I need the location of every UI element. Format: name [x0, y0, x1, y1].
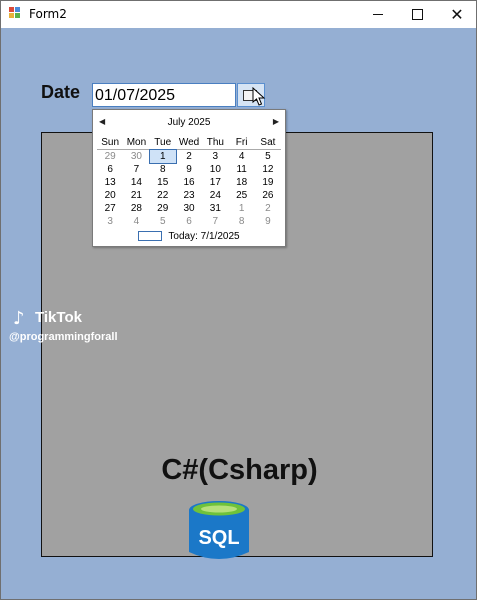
calendar-day[interactable]: 17 — [202, 176, 228, 189]
calendar-day[interactable]: 16 — [176, 176, 202, 189]
sql-database-icon: SQL — [189, 501, 249, 559]
calendar-day[interactable]: 19 — [255, 176, 281, 189]
sql-label: SQL — [198, 527, 239, 549]
maximize-icon — [411, 9, 423, 20]
calendar-day[interactable]: 10 — [202, 163, 228, 176]
calendar-day[interactable]: 5 — [255, 150, 281, 163]
next-month-icon[interactable]: ▶ — [273, 117, 279, 126]
tiktok-brand: TikTok — [35, 309, 82, 326]
calendar-day[interactable]: 6 — [176, 215, 202, 228]
tiktok-note-icon: ♪ — [13, 308, 25, 329]
calendar-day[interactable]: 7 — [123, 163, 149, 176]
calendar-day[interactable]: 13 — [97, 176, 123, 189]
calendar-month-label[interactable]: July 2025 — [93, 117, 285, 128]
calendar-day[interactable]: 22 — [150, 189, 176, 202]
weekday-header: Sat — [254, 136, 282, 150]
maximize-button[interactable] — [395, 1, 439, 28]
close-icon: ✕ — [450, 4, 464, 24]
calendar-day[interactable]: 14 — [123, 176, 149, 189]
calendar-day[interactable]: 18 — [228, 176, 254, 189]
month-calendar-dropdown[interactable]: ◀ July 2025 ▶ Sun Mon Tue Wed Thu Fri Sat 29 30 1… — [92, 109, 286, 247]
weekday-header: Tue — [149, 136, 176, 150]
weekday-header: Wed — [175, 136, 203, 150]
calendar-day[interactable]: 2 — [176, 150, 202, 163]
calendar-day[interactable]: 25 — [228, 189, 254, 202]
calendar-day[interactable]: 6 — [97, 163, 123, 176]
mouse-cursor-icon — [252, 87, 266, 106]
calendar-day[interactable]: 26 — [255, 189, 281, 202]
calendar-day[interactable]: 4 — [123, 215, 149, 228]
calendar-day[interactable]: 7 — [202, 215, 228, 228]
calendar-day[interactable]: 15 — [150, 176, 176, 189]
weekday-header: Fri — [228, 136, 255, 150]
calendar-day[interactable]: 5 — [150, 215, 176, 228]
calendar-day[interactable]: 9 — [255, 215, 281, 228]
minimize-icon — [373, 14, 383, 15]
calendar-day[interactable]: 12 — [255, 163, 281, 176]
window-title: Form2 — [29, 7, 67, 21]
calendar-day[interactable]: 21 — [123, 189, 149, 202]
calendar-day[interactable]: 3 — [202, 150, 228, 163]
calendar-day[interactable]: 20 — [97, 189, 123, 202]
calendar-day[interactable]: 28 — [123, 202, 149, 215]
calendar-day[interactable]: 30 — [123, 150, 149, 163]
weekday-header: Sun — [97, 136, 124, 150]
today-label: Today: 7/1/2025 — [168, 231, 240, 242]
calendar-day[interactable]: 8 — [228, 215, 254, 228]
calendar-day[interactable]: 1 — [148, 149, 177, 164]
calendar-day[interactable]: 23 — [176, 189, 202, 202]
weekday-header: Thu — [202, 136, 229, 150]
calendar-day[interactable]: 29 — [150, 202, 176, 215]
form-app-icon — [9, 7, 21, 19]
calendar-day[interactable]: 9 — [176, 163, 202, 176]
calendar-day[interactable]: 2 — [255, 202, 281, 215]
calendar-grid: Sun Mon Tue Wed Thu Fri Sat 29 30 1 2 3 4 5 6 7 8 9 10 11 12… — [97, 136, 282, 228]
minimize-button[interactable] — [356, 1, 400, 28]
tiktok-handle: @programmingforall — [9, 331, 118, 343]
calendar-day[interactable]: 8 — [150, 163, 176, 176]
calendar-day[interactable]: 29 — [97, 150, 123, 163]
close-button[interactable]: ✕ — [435, 1, 476, 28]
calendar-day[interactable]: 31 — [202, 202, 228, 215]
calendar-day[interactable]: 27 — [97, 202, 123, 215]
date-label: Date — [41, 82, 81, 102]
calendar-day[interactable]: 4 — [228, 150, 254, 163]
date-picker-field[interactable]: 01/07/2025 — [92, 83, 236, 107]
calendar-day[interactable]: 30 — [176, 202, 202, 215]
form2-window: Form2 ✕ Date 01/07/2025 ♪ TikTok @progra… — [0, 0, 477, 600]
calendar-day[interactable]: 24 — [202, 189, 228, 202]
calendar-day[interactable]: 1 — [228, 202, 254, 215]
calendar-day[interactable]: 11 — [228, 163, 254, 176]
calendar-day[interactable]: 3 — [97, 215, 123, 228]
title-bar[interactable]: Form2 ✕ — [1, 1, 476, 28]
weekday-header: Mon — [123, 136, 150, 150]
today-link[interactable]: Today: 7/1/2025 — [93, 231, 285, 242]
today-marker-icon — [138, 231, 163, 242]
csharp-caption: C#(Csharp) — [161, 454, 318, 486]
